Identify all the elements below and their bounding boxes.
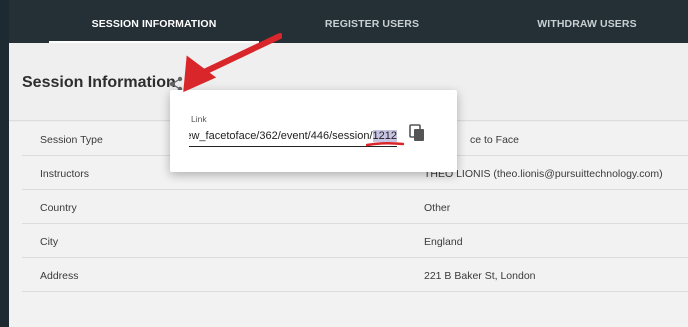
row-value: Other: [424, 202, 451, 214]
row-label: City: [40, 236, 59, 248]
row-label: Session Type: [40, 134, 103, 146]
top-navbar: SESSION INFORMATION REGISTER USERS WITHD…: [9, 0, 688, 43]
link-prefix: ew_facetoface/362/event/446/session/: [189, 130, 373, 142]
table-row: City England: [22, 224, 688, 258]
red-underline-annotation: [366, 141, 404, 147]
tab-withdraw-users[interactable]: WITHDRAW USERS: [487, 0, 687, 43]
window-frame-left: [0, 0, 9, 327]
row-value: England: [424, 236, 463, 248]
row-label: Instructors: [40, 168, 90, 180]
table-row: Address 221 B Baker St, London: [22, 258, 688, 292]
share-link-popup: Link ew_facetoface/362/event/446/session…: [170, 90, 457, 172]
page-title: Session Information: [22, 74, 176, 91]
row-label: Address: [40, 270, 79, 282]
table-row: Country Other: [22, 190, 688, 224]
row-value: ce to Face: [470, 134, 520, 146]
row-value: THEO LIONIS (theo.lionis@pursuittechnolo…: [424, 168, 663, 180]
row-label: Country: [40, 202, 77, 214]
link-label: Link: [191, 114, 207, 124]
row-value: 221 B Baker St, London: [424, 270, 536, 282]
red-arrow-annotation: [183, 33, 282, 93]
main-content: Session Information Session Type ce to F…: [9, 43, 688, 327]
tab-register-users[interactable]: REGISTER USERS: [277, 0, 467, 43]
copy-icon[interactable]: [408, 123, 426, 143]
